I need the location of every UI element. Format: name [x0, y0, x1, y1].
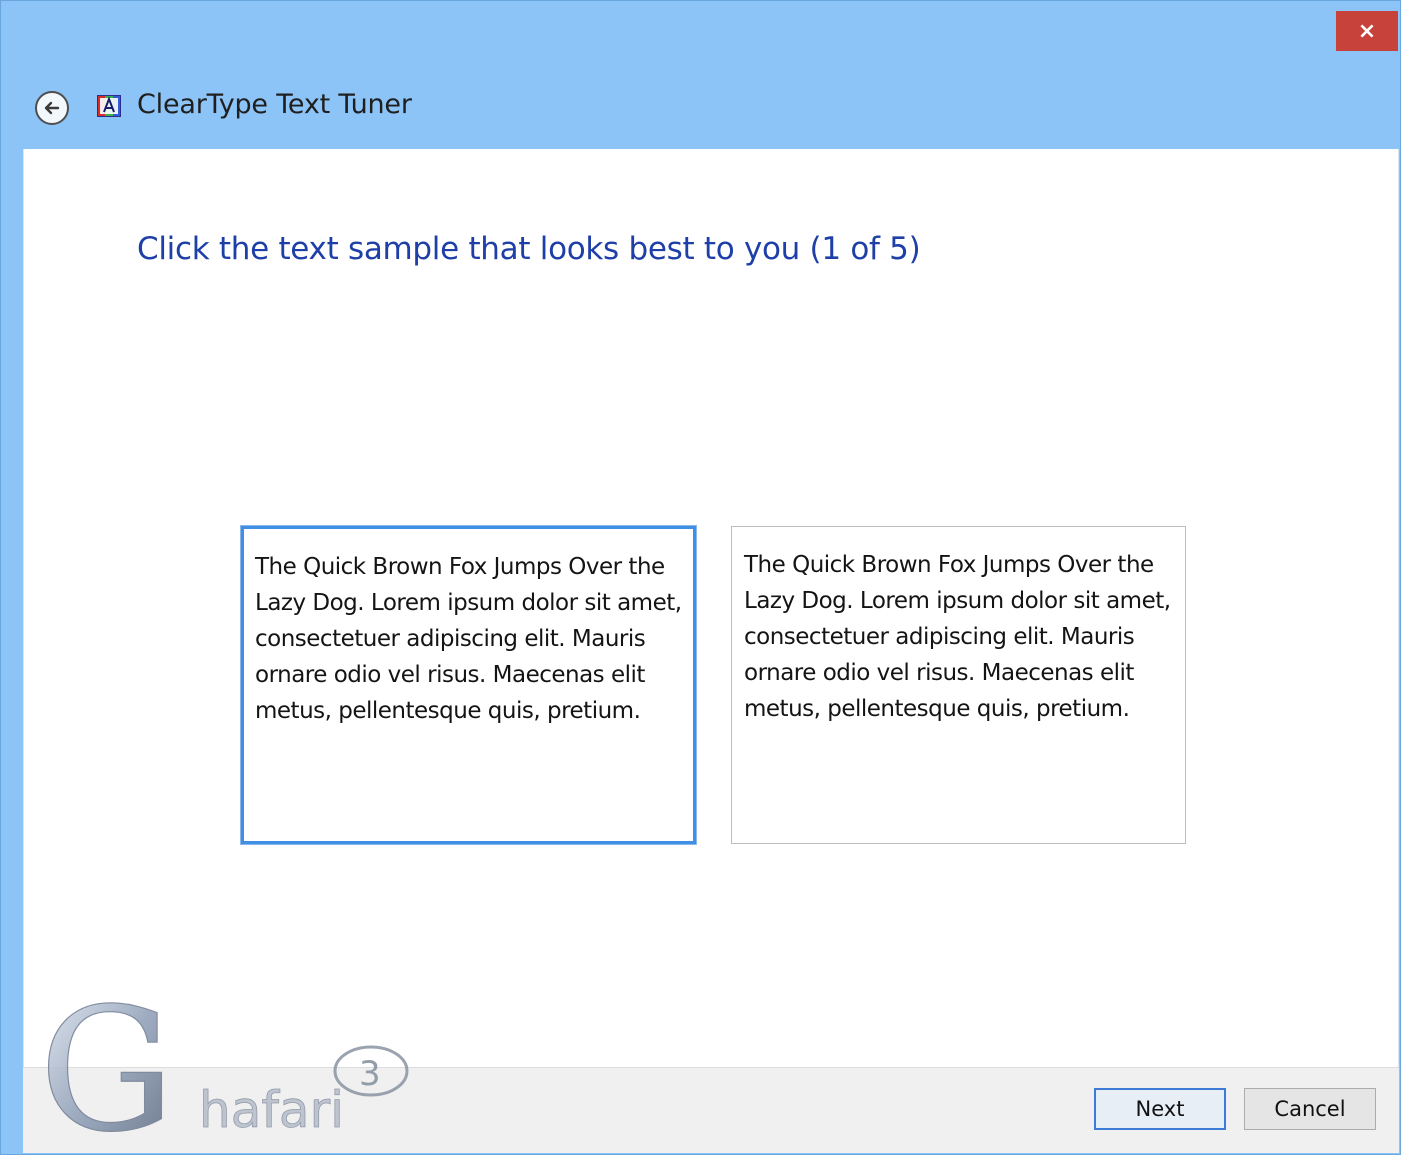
sample-1-text: The Quick Brown Fox Jumps Over the Lazy … — [255, 554, 682, 724]
window-title: ClearType Text Tuner — [137, 89, 412, 120]
sample-2-text: The Quick Brown Fox Jumps Over the Lazy … — [744, 552, 1171, 722]
close-button[interactable]: × — [1336, 11, 1398, 51]
close-icon: × — [1357, 18, 1377, 44]
back-arrow-icon — [44, 101, 60, 115]
back-button[interactable] — [35, 91, 69, 125]
cleartype-window: × ClearType Text Tuner Click the text sa… — [0, 0, 1401, 1155]
watermark-digit: 3 — [359, 1054, 381, 1094]
watermark-letter: G — [39, 997, 175, 1147]
text-sample-1[interactable]: The Quick Brown Fox Jumps Over the Lazy … — [240, 525, 697, 845]
text-sample-2[interactable]: The Quick Brown Fox Jumps Over the Lazy … — [731, 526, 1186, 844]
cleartype-app-icon — [97, 95, 121, 117]
watermark-text: hafari — [199, 1081, 344, 1139]
watermark-logo: G hafari 3 — [39, 997, 409, 1147]
content-area: Click the text sample that looks best to… — [23, 149, 1399, 1067]
next-button[interactable]: Next — [1094, 1088, 1226, 1130]
cancel-button[interactable]: Cancel — [1244, 1088, 1376, 1130]
instruction-heading: Click the text sample that looks best to… — [137, 231, 921, 267]
